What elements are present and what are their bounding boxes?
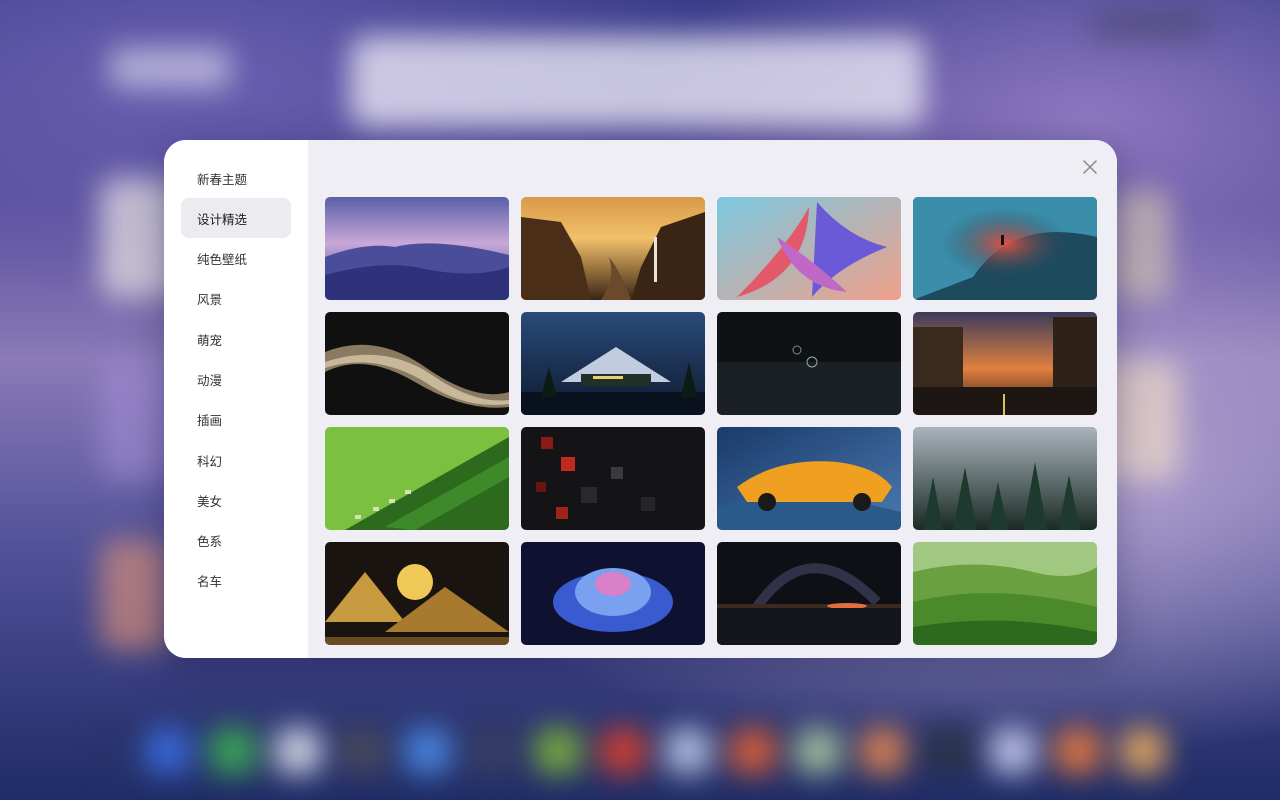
wallpaper-thumbnail[interactable] <box>913 427 1097 530</box>
dock-app-icon <box>990 728 1036 774</box>
category-label: 设计精选 <box>197 211 248 227</box>
category-item-new-year[interactable]: 新春主题 <box>181 158 291 198</box>
category-label: 科幻 <box>197 453 223 469</box>
category-label: 萌宠 <box>197 332 223 348</box>
wallpaper-picker-dialog: 新春主题 设计精选 纯色壁纸 风景 萌宠 动漫 插画 科幻 美女 色系 名车 <box>164 140 1117 658</box>
dock-app-icon <box>1120 728 1166 774</box>
category-label: 新春主题 <box>197 171 248 187</box>
category-label: 美女 <box>197 493 223 509</box>
wallpaper-thumbnail[interactable] <box>913 312 1097 415</box>
wallpaper-image-mountain-night <box>521 312 705 415</box>
wallpaper-thumbnail[interactable] <box>325 542 509 645</box>
wallpaper-image-green-hill <box>325 427 509 530</box>
wallpaper-image-red-cubes <box>521 427 705 530</box>
wallpaper-thumbnail[interactable] <box>913 197 1097 300</box>
dock-app-icon <box>665 728 711 774</box>
wallpaper-thumbnail[interactable] <box>717 312 901 415</box>
wallpaper-image-milky-way <box>717 542 901 645</box>
wallpaper-image-supercar <box>717 427 901 530</box>
desktop-search-bar <box>350 36 925 128</box>
wallpaper-thumbnail[interactable] <box>717 197 901 300</box>
category-item-scenery[interactable]: 风景 <box>181 279 291 319</box>
wallpaper-thumbnail[interactable] <box>521 197 705 300</box>
wallpaper-image-dark-silk <box>325 312 509 415</box>
dock-app-icon <box>795 728 841 774</box>
close-button[interactable] <box>1077 154 1103 180</box>
category-item-beauty[interactable]: 美女 <box>181 480 291 520</box>
category-label: 名车 <box>197 574 223 590</box>
wallpaper-grid <box>325 197 1097 645</box>
dock-app-icon <box>210 728 256 774</box>
dock-app-icon <box>925 728 971 774</box>
wallpaper-thumbnail[interactable] <box>325 427 509 530</box>
dock-app-icon <box>145 728 191 774</box>
dock-app-icon <box>275 728 321 774</box>
wallpaper-image-dark-space <box>717 312 901 415</box>
wallpaper-image-blue-curve <box>913 197 1097 300</box>
category-sidebar: 新春主题 设计精选 纯色壁纸 风景 萌宠 动漫 插画 科幻 美女 色系 名车 <box>164 140 308 658</box>
desktop-top-right-widget <box>1090 12 1210 38</box>
wallpaper-image-canyon <box>521 197 705 300</box>
category-label: 插画 <box>197 413 223 429</box>
category-item-illustration[interactable]: 插画 <box>181 400 291 440</box>
desktop-widget-card <box>100 540 170 650</box>
wallpaper-thumbnail[interactable] <box>913 542 1097 645</box>
wallpaper-thumbnail[interactable] <box>717 427 901 530</box>
category-label: 风景 <box>197 292 223 308</box>
wallpaper-thumbnail[interactable] <box>521 542 705 645</box>
wallpaper-image-misty-forest <box>913 427 1097 530</box>
dock-app-icon <box>860 728 906 774</box>
category-item-color-tone[interactable]: 色系 <box>181 521 291 561</box>
dock-app-icon <box>730 728 776 774</box>
wallpaper-thumbnail[interactable] <box>521 427 705 530</box>
wallpaper-image-golden-moon <box>325 542 509 645</box>
category-label: 色系 <box>197 534 223 550</box>
dock-app-icon <box>535 728 581 774</box>
desktop-widget-card <box>100 360 170 480</box>
dock-app-icon <box>340 728 386 774</box>
category-item-sci-fi[interactable]: 科幻 <box>181 440 291 480</box>
wallpaper-image-abstract-petals <box>717 197 901 300</box>
wallpaper-thumbnail[interactable] <box>325 197 509 300</box>
wallpaper-thumbnail[interactable] <box>325 312 509 415</box>
desktop-clock-widget <box>110 48 230 88</box>
category-item-design-picks[interactable]: 设计精选 <box>181 198 291 239</box>
category-item-cars[interactable]: 名车 <box>181 561 291 601</box>
close-icon <box>1083 160 1097 174</box>
dock-app-icon <box>600 728 646 774</box>
wallpaper-image-purple-dunes <box>325 197 509 300</box>
wallpaper-thumbnail[interactable] <box>717 542 901 645</box>
category-label: 动漫 <box>197 372 223 388</box>
desktop-widget-card <box>1110 190 1170 300</box>
dock-app-icon <box>405 728 451 774</box>
wallpaper-image-city-dusk <box>913 312 1097 415</box>
dock-app-icon <box>470 728 516 774</box>
dock-app-icon <box>1055 728 1101 774</box>
category-label: 纯色壁纸 <box>197 252 248 268</box>
category-item-anime[interactable]: 动漫 <box>181 359 291 399</box>
category-item-solid-color[interactable]: 纯色壁纸 <box>181 239 291 279</box>
wallpaper-thumbnail[interactable] <box>521 312 705 415</box>
wallpaper-image-blue-lotus <box>521 542 705 645</box>
category-item-pets[interactable]: 萌宠 <box>181 319 291 359</box>
wallpaper-grid-panel <box>308 140 1117 658</box>
wallpaper-image-rolling-hills <box>913 542 1097 645</box>
